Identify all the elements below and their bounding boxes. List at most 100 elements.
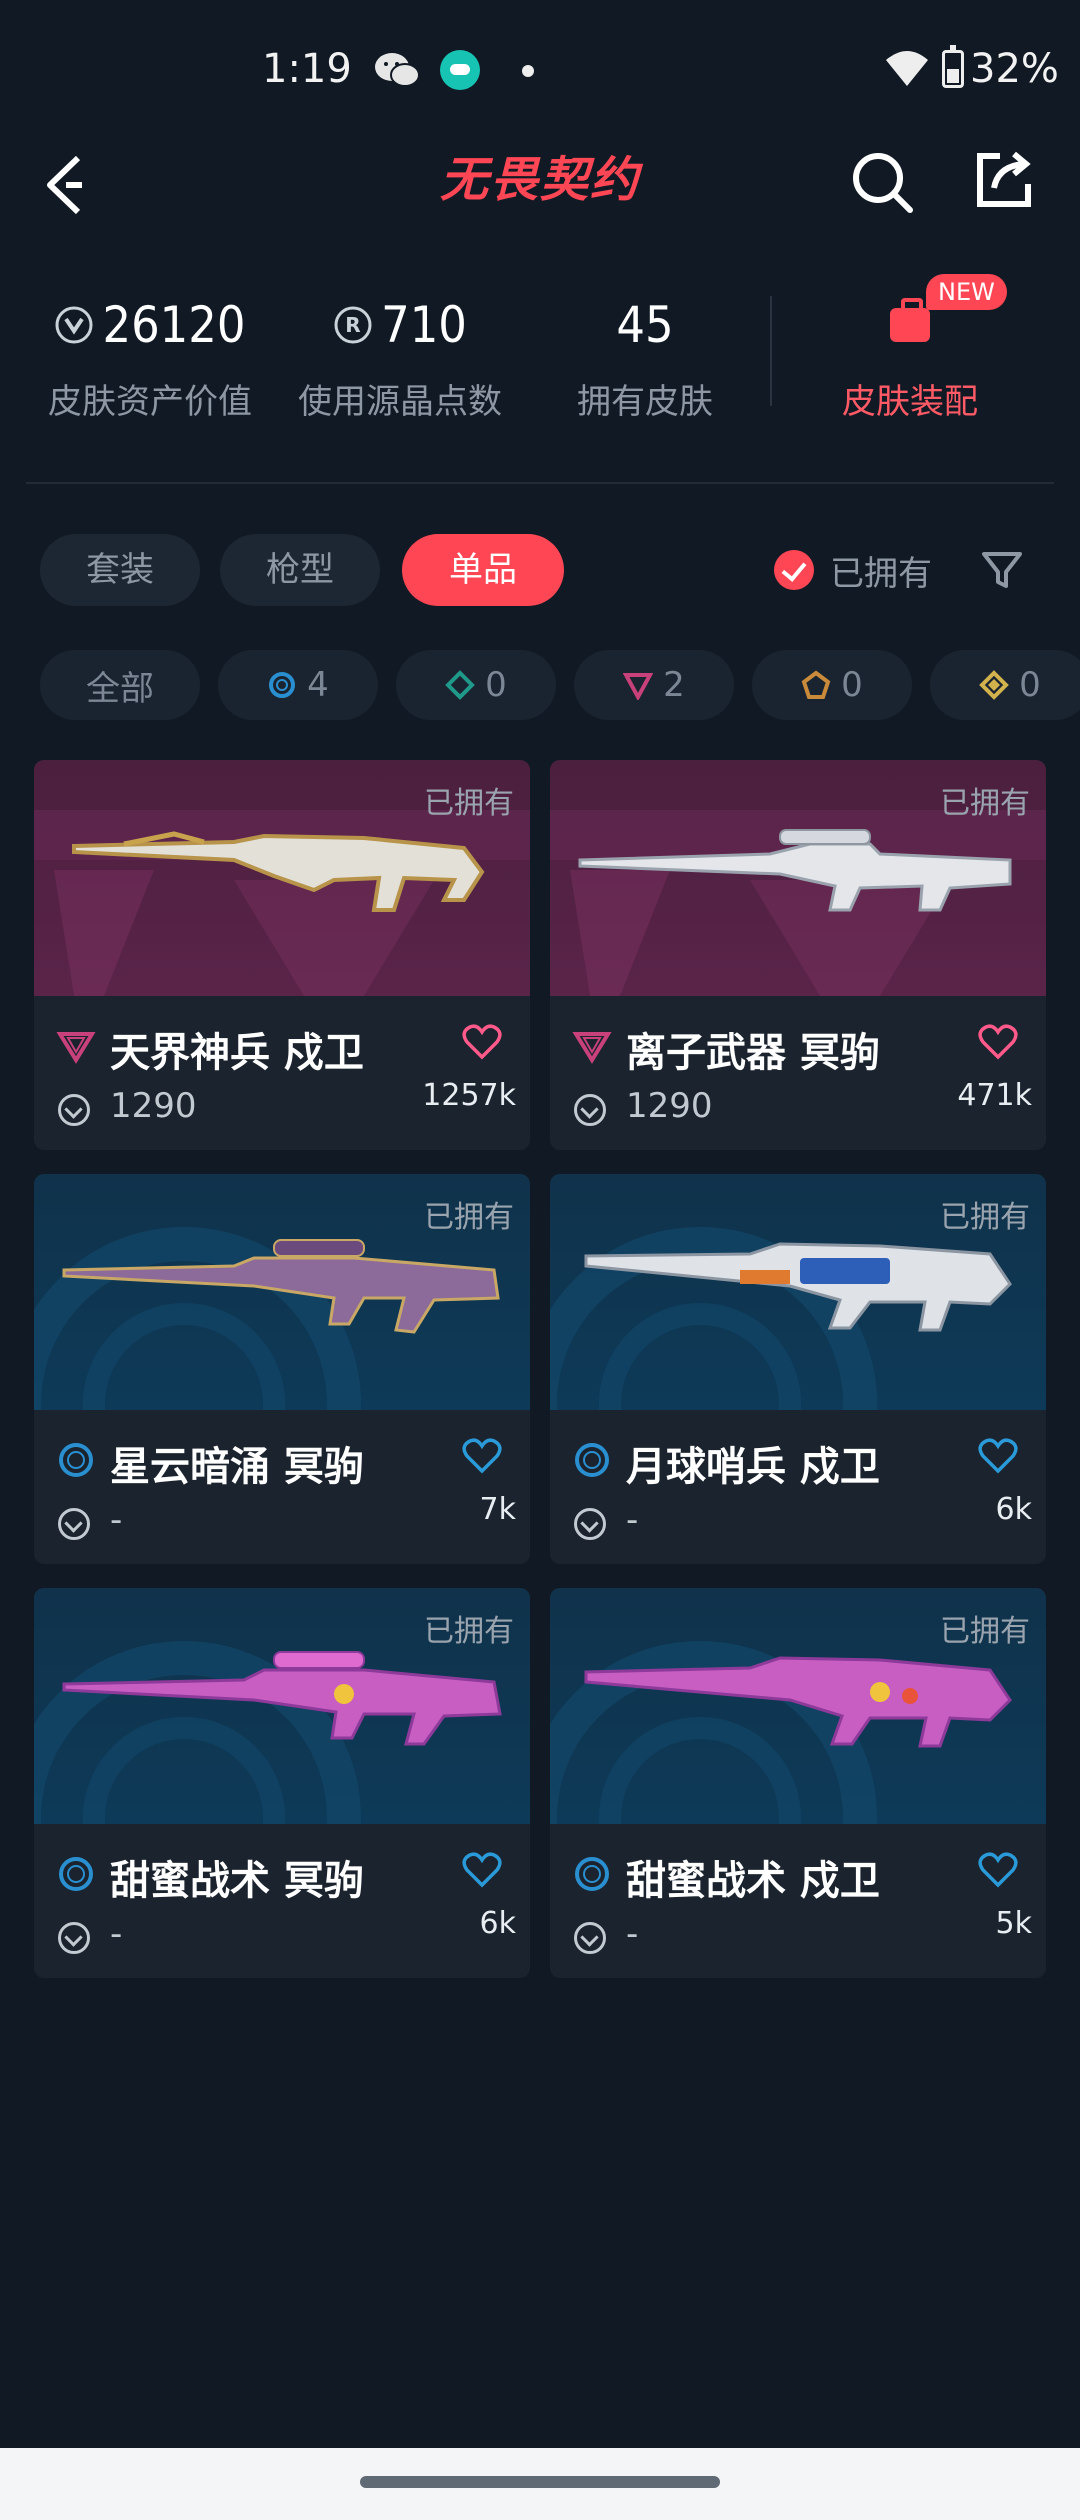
wechat-icon — [375, 53, 420, 87]
skin-card[interactable]: 已拥有 月球哨兵 戍卫 - 6k — [550, 1174, 1046, 1564]
heart-icon[interactable] — [978, 1852, 1018, 1888]
tier-chip-all[interactable]: 全部 — [40, 650, 200, 720]
skin-price: - — [626, 1500, 639, 1540]
valorant-point-icon — [574, 1922, 606, 1954]
skin-card[interactable]: 已拥有 离子武器 冥驹 1290 471k — [550, 760, 1046, 1150]
tab-items[interactable]: 单品 — [402, 534, 564, 606]
ultra-tier-icon — [979, 670, 1010, 700]
owned-filter-toggle[interactable]: 已拥有 — [774, 534, 932, 606]
skin-image: 已拥有 — [550, 760, 1046, 996]
heart-icon[interactable] — [462, 1024, 502, 1060]
filter-icon[interactable] — [980, 548, 1024, 592]
battery-icon — [942, 45, 964, 88]
svg-text:R: R — [345, 313, 360, 337]
tier-chip-label: 全部 — [86, 668, 154, 709]
skin-card[interactable]: 已拥有 甜蜜战术 戍卫 - 5k — [550, 1588, 1046, 1978]
deluxe-tier-icon — [445, 670, 476, 700]
tier-chip-count: 0 — [485, 665, 507, 705]
valorant-point-icon — [55, 306, 93, 344]
skin-name: 星云暗涌 冥驹 — [110, 1444, 364, 1490]
search-button[interactable] — [850, 150, 916, 216]
tier-chip-count: 0 — [1019, 665, 1041, 705]
select-tier-icon — [575, 1857, 609, 1891]
radianite-icon: R — [334, 306, 372, 344]
back-button[interactable] — [40, 150, 100, 220]
skin-kit-button[interactable]: NEW 皮肤装配 — [800, 274, 1020, 423]
tier-chip-premium[interactable]: 2 — [574, 650, 734, 720]
select-tier-icon — [59, 1857, 93, 1891]
valorant-point-icon — [58, 1508, 90, 1540]
premium-tier-icon — [56, 1032, 96, 1064]
tier-chip-ultra[interactable]: 0 — [930, 650, 1080, 720]
heart-icon[interactable] — [978, 1024, 1018, 1060]
skin-price: 1290 — [110, 1086, 197, 1126]
stat-value: 26120 — [102, 296, 246, 354]
tier-chip-exclusive[interactable]: 0 — [752, 650, 912, 720]
valorant-point-icon — [58, 1922, 90, 1954]
owned-label: 已拥有 — [424, 1200, 514, 1235]
tier-chip-count: 2 — [663, 665, 685, 705]
skin-card[interactable]: 已拥有 甜蜜战术 冥驹 - 6k — [34, 1588, 530, 1978]
tab-weapon-types[interactable]: 枪型 — [220, 534, 380, 606]
owned-label: 已拥有 — [940, 1614, 1030, 1649]
category-tabs: 套装 枪型 单品 已拥有 — [0, 534, 1080, 606]
new-badge: NEW — [926, 274, 1007, 310]
like-count: 1257k — [422, 1078, 516, 1113]
skin-kit-label: 皮肤装配 — [842, 382, 978, 422]
wifi-icon — [886, 51, 928, 86]
skin-price: 1290 — [626, 1086, 713, 1126]
skin-image: 已拥有 — [550, 1588, 1046, 1824]
select-tier-icon — [575, 1443, 609, 1477]
valorant-point-icon — [58, 1094, 90, 1126]
status-time: 1:19 — [262, 46, 352, 92]
like-count: 6k — [479, 1906, 516, 1941]
skin-image: 已拥有 — [34, 760, 530, 996]
home-indicator[interactable] — [360, 2476, 720, 2488]
like-count: 5k — [995, 1906, 1032, 1941]
heart-icon[interactable] — [462, 1852, 502, 1888]
stat-label: 使用源晶点数 — [298, 382, 502, 422]
owned-label: 已拥有 — [424, 786, 514, 821]
share-button[interactable] — [972, 146, 1038, 212]
tier-chip-count: 4 — [307, 665, 329, 705]
cloud-app-icon — [440, 50, 480, 90]
stat-skin-value: 26120 皮肤资产价值 — [40, 290, 260, 423]
skin-image: 已拥有 — [550, 1174, 1046, 1410]
valorant-point-icon — [574, 1094, 606, 1126]
skin-name: 甜蜜战术 冥驹 — [110, 1858, 364, 1904]
status-bar: 1:19 32% — [0, 40, 1080, 110]
owned-label: 已拥有 — [424, 1614, 514, 1649]
tier-chip-count: 0 — [841, 665, 863, 705]
tier-chip-deluxe[interactable]: 0 — [396, 650, 556, 720]
skin-price: - — [110, 1500, 123, 1540]
tier-filter-chips: 全部 4 0 2 0 0 — [0, 650, 1080, 720]
stat-label: 拥有皮肤 — [577, 382, 713, 422]
skin-name: 天界神兵 戍卫 — [110, 1030, 364, 1076]
stats-panel: 26120 皮肤资产价值 R 710 使用源晶点数 45 拥有皮肤 NEW 皮肤… — [0, 274, 1080, 430]
like-count: 7k — [479, 1492, 516, 1527]
stat-value: 710 — [381, 296, 467, 354]
section-divider — [26, 482, 1054, 484]
premium-tier-icon — [572, 1032, 612, 1064]
stat-divider — [770, 296, 772, 406]
heart-icon[interactable] — [978, 1438, 1018, 1474]
skin-card[interactable]: 已拥有 星云暗涌 冥驹 - 7k — [34, 1174, 530, 1564]
skin-card[interactable]: 已拥有 天界神兵 戍卫 1290 1257k — [34, 760, 530, 1150]
select-tier-icon — [59, 1443, 93, 1477]
skin-price: - — [626, 1914, 639, 1954]
heart-icon[interactable] — [462, 1438, 502, 1474]
tier-chip-select[interactable]: 4 — [218, 650, 378, 720]
stat-radianite: R 710 使用源晶点数 — [290, 290, 510, 423]
skin-name: 离子武器 冥驹 — [626, 1030, 880, 1076]
stat-value: 45 — [616, 296, 674, 354]
battery-percent: 32% — [970, 46, 1059, 92]
skin-name: 甜蜜战术 戍卫 — [626, 1858, 880, 1904]
tab-bundles[interactable]: 套装 — [40, 534, 200, 606]
app-logo: 无畏契约 — [439, 152, 640, 208]
owned-label: 已拥有 — [940, 1200, 1030, 1235]
checkbox-checked-icon — [774, 550, 814, 590]
exclusive-tier-icon — [801, 670, 831, 699]
skin-name: 月球哨兵 戍卫 — [626, 1444, 880, 1490]
backpack-icon — [890, 298, 930, 342]
skin-image: 已拥有 — [34, 1588, 530, 1824]
